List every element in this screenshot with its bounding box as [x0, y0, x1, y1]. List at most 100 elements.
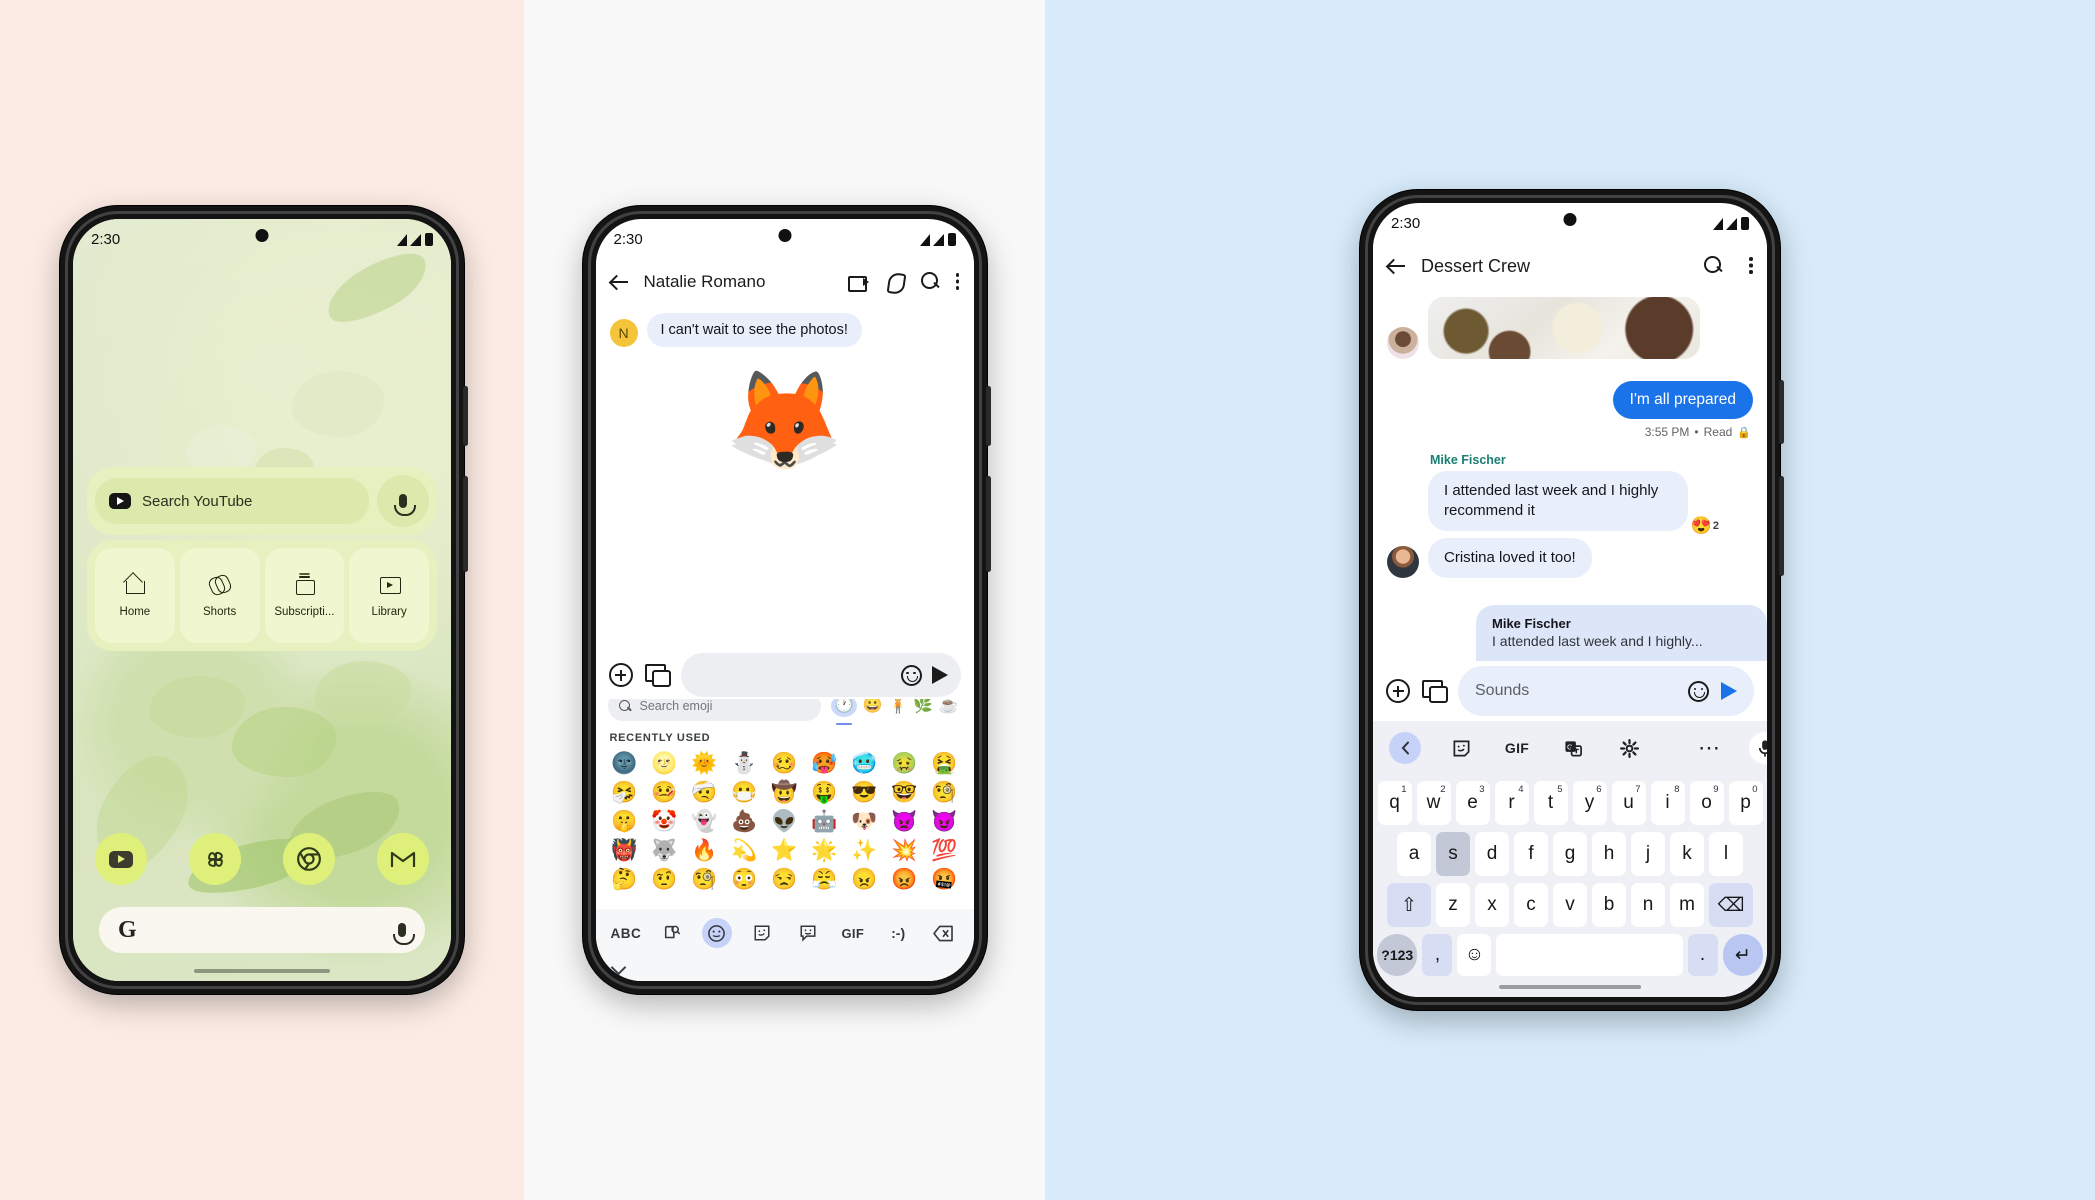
key-b[interactable]: b — [1592, 883, 1626, 927]
back-toolbar-key[interactable] — [1389, 732, 1421, 764]
emoji-cell[interactable]: 👹 — [605, 837, 645, 864]
emoji-cell[interactable]: 💫 — [725, 837, 765, 864]
emoji-cell[interactable]: 🤖 — [805, 808, 845, 835]
emoji-cell[interactable]: 🐺 — [645, 837, 685, 864]
sticker-tab-key[interactable] — [747, 918, 777, 948]
emoji-cell[interactable]: ⛄ — [725, 750, 765, 777]
key-n[interactable]: n — [1631, 883, 1665, 927]
emoticon-key[interactable]: :-) — [883, 918, 913, 948]
emoji-key[interactable]: ☺ — [1457, 934, 1492, 976]
emoji-cell[interactable]: 🧐 — [925, 779, 965, 806]
gallery-icon[interactable] — [644, 664, 671, 687]
emoji-cell[interactable]: 🌞 — [685, 750, 725, 777]
key-e[interactable]: e3 — [1455, 781, 1490, 825]
youtube-shortcut-library[interactable]: Library — [349, 548, 429, 643]
youtube-shortcut-home[interactable]: Home — [95, 548, 175, 643]
emoji-cell[interactable]: 😠 — [845, 866, 885, 893]
send-icon[interactable] — [1721, 682, 1737, 700]
emoji-cell[interactable]: 🤮 — [925, 750, 965, 777]
dock-app-chrome[interactable] — [283, 833, 335, 885]
emoji-cell[interactable]: ✨ — [845, 837, 885, 864]
reply-preview-card[interactable]: Mike Fischer I attended last week and I … — [1476, 605, 1767, 661]
emoji-cell[interactable]: 👽 — [765, 808, 805, 835]
emoji-cell[interactable]: 😷 — [725, 779, 765, 806]
key-d[interactable]: d — [1475, 832, 1509, 876]
emoji-cell[interactable]: 😈 — [925, 808, 965, 835]
abc-key[interactable]: ABC — [611, 918, 642, 948]
emoji-cell[interactable]: 🤠 — [765, 779, 805, 806]
shift-key[interactable]: ⇧ — [1387, 883, 1431, 927]
space-key[interactable] — [1496, 934, 1683, 976]
more-options-icon[interactable] — [955, 273, 960, 291]
message-bubble-outgoing[interactable]: I'm all prepared — [1612, 381, 1753, 419]
key-q[interactable]: q1 — [1377, 781, 1412, 825]
emoji-cell[interactable]: 🤫 — [605, 808, 645, 835]
more-key[interactable]: ⋯ — [1693, 732, 1725, 764]
key-c[interactable]: c — [1514, 883, 1548, 927]
key-x[interactable]: x — [1475, 883, 1509, 927]
emoji-cell[interactable]: 🤔 — [605, 866, 645, 893]
emoji-cell[interactable]: 🤕 — [685, 779, 725, 806]
backspace-key[interactable] — [928, 918, 958, 948]
emoji-cell[interactable]: 🤢 — [885, 750, 925, 777]
gif-key[interactable]: GIF — [1501, 732, 1533, 764]
emoji-cell[interactable]: 😡 — [885, 866, 925, 893]
emoji-category-people[interactable]: 🧍 — [888, 698, 908, 714]
power-button[interactable] — [463, 476, 468, 572]
translate-key[interactable]: G — [1557, 732, 1589, 764]
key-l[interactable]: l — [1709, 832, 1743, 876]
dock-app-gmail[interactable] — [377, 833, 429, 885]
mic-icon[interactable] — [393, 923, 415, 945]
message-list[interactable]: N I can't wait to see the photos! 🦊 — [595, 311, 974, 657]
key-a[interactable]: a — [1397, 832, 1431, 876]
emoji-cell[interactable]: 🌟 — [805, 837, 845, 864]
youtube-shortcut-subscriptions[interactable]: Subscripti... — [264, 548, 345, 643]
message-input[interactable] — [680, 653, 961, 697]
key-i[interactable]: i8 — [1650, 781, 1685, 825]
gallery-icon[interactable] — [1422, 680, 1448, 703]
message-input[interactable]: Sounds — [1458, 666, 1754, 716]
key-o[interactable]: o9 — [1689, 781, 1724, 825]
mic-key[interactable] — [1749, 732, 1767, 764]
emoji-cell[interactable]: 😳 — [725, 866, 765, 893]
emoji-cell[interactable]: 😒 — [765, 866, 805, 893]
gif-key[interactable]: GIF — [838, 918, 868, 948]
photo-message-bubble[interactable] — [1428, 297, 1700, 359]
emoji-cell[interactable]: 💩 — [725, 808, 765, 835]
key-s[interactable]: s — [1436, 832, 1470, 876]
emoji-cell[interactable]: 🤑 — [805, 779, 845, 806]
emoji-cell[interactable]: 🤓 — [885, 779, 925, 806]
emoji-cell[interactable]: 🥴 — [765, 750, 805, 777]
key-y[interactable]: y6 — [1572, 781, 1607, 825]
emoji-category-food[interactable]: ☕ — [939, 698, 959, 714]
message-bubble-incoming[interactable]: I attended last week and I highly recomm… — [1428, 471, 1688, 531]
volume-button[interactable] — [1779, 380, 1784, 444]
emoji-category-smileys[interactable]: 😀 — [863, 698, 883, 714]
sent-sticker[interactable]: 🦊 — [725, 373, 845, 469]
emoji-icon[interactable] — [900, 664, 922, 686]
key-j[interactable]: j — [1631, 832, 1665, 876]
navigation-pill[interactable] — [193, 969, 331, 973]
emoji-kitchen-key[interactable] — [793, 918, 823, 948]
key-w[interactable]: w2 — [1416, 781, 1451, 825]
emoji-search-key[interactable] — [657, 918, 687, 948]
settings-key[interactable] — [1613, 732, 1645, 764]
emoji-cell[interactable]: 🥶 — [845, 750, 885, 777]
dock-app-photos[interactable] — [189, 833, 241, 885]
dock-app-youtube[interactable] — [95, 833, 147, 885]
emoji-cell[interactable]: 🥵 — [805, 750, 845, 777]
emoji-cell[interactable]: 🤧 — [605, 779, 645, 806]
symbols-key[interactable]: ?123 — [1377, 934, 1418, 976]
back-icon[interactable] — [1387, 256, 1407, 276]
key-z[interactable]: z — [1436, 883, 1470, 927]
key-g[interactable]: g — [1553, 832, 1587, 876]
emoji-cell[interactable]: 🌝 — [645, 750, 685, 777]
youtube-search-widget[interactable]: Search YouTube — [87, 467, 437, 535]
youtube-shortcut-shorts[interactable]: Shorts — [179, 548, 260, 643]
key-r[interactable]: r4 — [1494, 781, 1529, 825]
emoji-grid[interactable]: 🌚 🌝 🌞 ⛄ 🥴 🥵 🥶 🤢 🤮 🤧 🤒 🤕 😷 🤠 🤑 😎 🤓 🧐 🤫 🤡 👻 💩 👽 🤖 🐶 👿 😈 👹 🐺 🔥 💫 ⭐ 🌟 ✨ 💥 💯 🤔 🤨 🧐 😳… — [596, 750, 974, 893]
message-bubble-incoming[interactable]: I can't wait to see the photos! — [646, 313, 862, 347]
chevron-down-icon[interactable] — [610, 959, 626, 976]
google-search-bar[interactable]: G — [99, 907, 425, 953]
key-h[interactable]: h — [1592, 832, 1626, 876]
